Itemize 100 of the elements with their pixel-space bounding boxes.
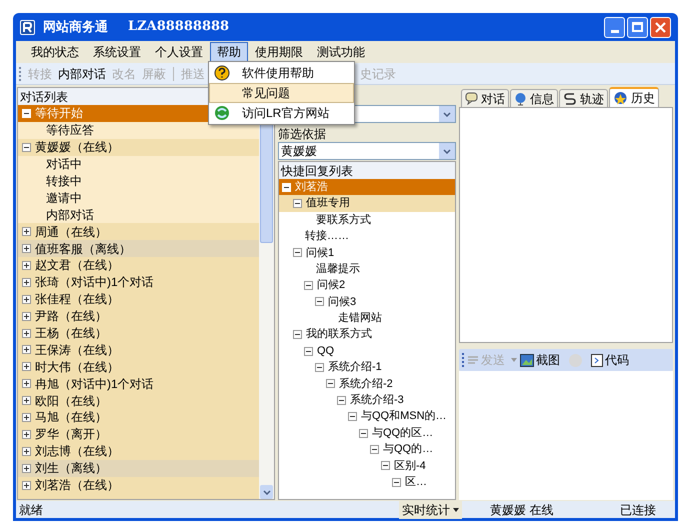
contact-label: 刘生（离线） <box>35 460 107 478</box>
contact-label: 冉旭（对话中)1个对话 <box>35 376 154 393</box>
menu-item[interactable]: 测试功能 <box>310 42 372 62</box>
tree-item[interactable]: 系统介绍-2 <box>279 376 455 392</box>
tree-label: 我的联系方式 <box>306 326 372 342</box>
contact-row[interactable]: 刘茗浩（在线） <box>18 476 259 494</box>
tree-item[interactable]: 与QQ和MSN的… <box>279 408 455 425</box>
collapse-icon[interactable] <box>370 444 379 454</box>
tree-label: QQ <box>317 344 334 359</box>
expand-icon[interactable] <box>22 464 31 473</box>
expand-icon[interactable] <box>22 396 31 406</box>
maximize-button[interactable] <box>627 16 648 38</box>
collapse-icon[interactable] <box>293 199 302 208</box>
collapse-icon[interactable] <box>22 142 31 152</box>
tab[interactable]: 对话 <box>461 89 509 107</box>
tree-item[interactable]: 系统介绍-1 <box>279 359 455 376</box>
filter-dropdown[interactable]: 黄媛媛 <box>278 142 456 160</box>
tree-item[interactable]: 区… <box>279 474 455 490</box>
tree-item[interactable]: 系统介绍-3 <box>279 392 455 408</box>
close-button[interactable] <box>650 16 671 38</box>
expand-icon[interactable] <box>22 430 31 439</box>
panel-header: 快捷回复列表 <box>279 162 455 179</box>
tree-item[interactable]: 问候3 <box>279 294 455 310</box>
tree-item[interactable]: 转接…… <box>279 228 455 245</box>
contact-label: 刘志博（在线） <box>35 443 119 460</box>
chevron-down-icon[interactable] <box>439 143 455 159</box>
tree-item[interactable]: QQ <box>279 342 455 360</box>
expand-icon[interactable] <box>22 379 31 388</box>
tree-item[interactable]: 走错网站 <box>279 310 455 327</box>
tree-label: 要联系方式 <box>316 212 371 228</box>
tree-item[interactable]: 与QQ的区… <box>279 424 455 442</box>
contact-label: 周通（在线） <box>35 224 107 241</box>
sub-item[interactable]: 等待应答 <box>18 122 259 139</box>
tree-label: 与QQ和MSN的… <box>361 409 447 424</box>
collapse-icon[interactable] <box>337 396 346 405</box>
tree-item[interactable]: 温馨提示 <box>279 260 455 278</box>
collapse-icon[interactable] <box>392 478 401 487</box>
expand-icon[interactable] <box>22 480 31 490</box>
tree-label: 值班专用 <box>306 196 350 212</box>
tree-label: 转接…… <box>305 228 349 244</box>
expand-icon[interactable] <box>22 446 31 456</box>
expand-icon[interactable] <box>22 278 31 287</box>
contact-row[interactable]: 刘生（离线） <box>18 460 259 477</box>
tree-item[interactable]: 值班专用 <box>279 195 455 212</box>
sub-item[interactable]: 邀请中 <box>18 189 259 206</box>
collapse-icon[interactable] <box>315 297 324 306</box>
collapse-icon[interactable] <box>293 330 302 340</box>
menu-item[interactable]: 我的状态 <box>24 42 86 62</box>
question-icon <box>214 65 230 81</box>
expand-icon[interactable] <box>22 345 31 354</box>
code-button[interactable]: 代码 <box>591 351 629 369</box>
expand-icon[interactable] <box>22 244 31 254</box>
menu-item[interactable]: 使用期限 <box>248 42 310 62</box>
minimize-button[interactable] <box>604 16 625 38</box>
tree-item[interactable]: 问候1 <box>279 244 455 261</box>
menu-item[interactable]: 帮助 <box>210 42 248 62</box>
picture-icon <box>520 354 534 366</box>
tree-item[interactable]: 与QQ的… <box>279 441 455 458</box>
screenshot-button[interactable]: 截图 <box>520 351 560 369</box>
tree-item[interactable]: 我的联系方式 <box>279 326 455 343</box>
message-input[interactable] <box>459 371 673 500</box>
toolbar-button[interactable]: 内部对话 <box>55 64 109 82</box>
collapse-icon[interactable] <box>348 412 357 422</box>
menu-item[interactable]: 系统设置 <box>86 42 148 62</box>
contact-label: 张佳程（在线） <box>35 291 119 308</box>
scroll-down-icon[interactable] <box>260 485 273 499</box>
sub-item[interactable]: 转接中 <box>18 172 259 190</box>
collapse-icon[interactable] <box>304 281 313 290</box>
sub-item[interactable]: 内部对话 <box>18 206 259 224</box>
tree-item[interactable]: 要联系方式 <box>279 212 455 228</box>
expand-icon[interactable] <box>22 260 31 270</box>
expand-icon[interactable] <box>22 312 31 321</box>
star-globe-icon <box>613 90 628 106</box>
chevron-down-icon[interactable] <box>439 106 455 122</box>
expand-icon[interactable] <box>22 412 31 422</box>
tab[interactable]: 历史 <box>609 87 659 107</box>
menu-option[interactable]: 软件使用帮助 <box>209 63 354 83</box>
expand-icon[interactable] <box>22 227 31 236</box>
expand-icon[interactable] <box>22 362 31 372</box>
account-id: LZA88888888 <box>128 18 230 36</box>
collapse-icon[interactable] <box>304 346 313 356</box>
menu-item[interactable]: 个人设置 <box>148 42 210 62</box>
tab[interactable]: 轨迹 <box>559 89 608 107</box>
collapse-icon[interactable] <box>326 379 335 388</box>
tree-item[interactable]: 区别-4 <box>279 458 455 474</box>
tree-label: 与QQ的… <box>383 442 434 458</box>
contact-row[interactable]: 值班客服（离线） <box>18 240 259 258</box>
connection-status: 已连接 <box>620 502 656 518</box>
collapse-icon[interactable] <box>381 461 390 470</box>
collapse-icon[interactable] <box>359 428 368 438</box>
menu-option[interactable]: 常见问题 <box>209 83 354 103</box>
stats-dropdown[interactable]: 实时统计 <box>399 500 462 518</box>
tree-item[interactable]: 问候2 <box>279 277 455 294</box>
collapse-icon[interactable] <box>315 362 324 372</box>
sub-item[interactable]: 对话中 <box>18 156 259 173</box>
expand-icon[interactable] <box>22 294 31 304</box>
tab[interactable]: 信息 <box>510 89 558 107</box>
contact-label: 罗华（离开） <box>35 426 107 444</box>
collapse-icon[interactable] <box>293 248 302 258</box>
expand-icon[interactable] <box>22 328 31 338</box>
